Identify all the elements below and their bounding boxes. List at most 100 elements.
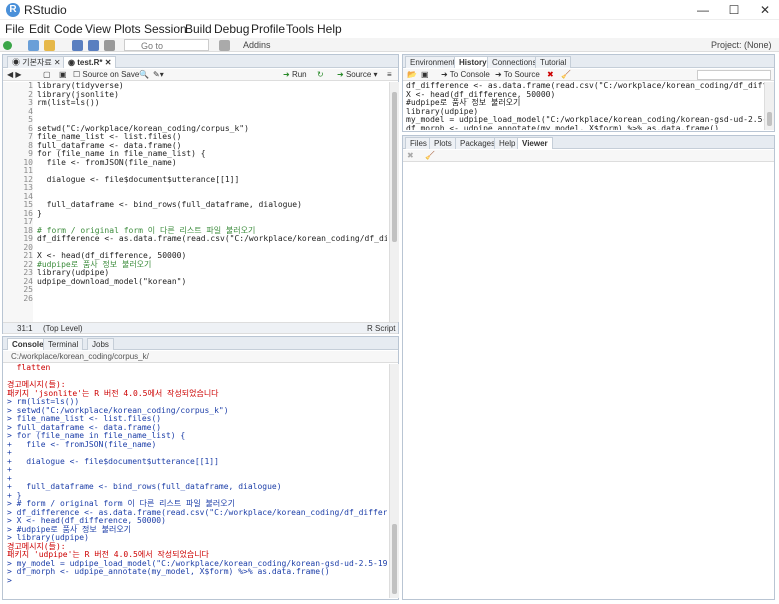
workspace-panes-icon[interactable] bbox=[219, 39, 230, 52]
menu-debug[interactable]: Debug bbox=[214, 22, 249, 36]
menu-profile[interactable]: Profile bbox=[251, 22, 285, 36]
tab-jobs[interactable]: Jobs bbox=[87, 338, 114, 350]
print-icon[interactable] bbox=[104, 39, 115, 52]
remove-viewer-icon[interactable]: ✖ bbox=[407, 150, 414, 162]
window-title: RStudio bbox=[24, 3, 67, 17]
history-entry: df_morph <- udpipe_annotate(my_model, X$… bbox=[406, 123, 720, 130]
menu-edit[interactable]: Edit bbox=[29, 22, 50, 36]
outline-icon[interactable]: ≡ bbox=[387, 69, 392, 81]
history-toolbar: 📂 ▣ ➜ To Console ➜ To Source ✖ 🧹 bbox=[403, 69, 774, 81]
to-source-button[interactable]: ➜ To Source bbox=[495, 69, 540, 81]
menu-session[interactable]: Session bbox=[144, 22, 187, 36]
file-type-selector[interactable]: R Script bbox=[367, 323, 395, 335]
menu-build[interactable]: Build bbox=[185, 22, 212, 36]
save-all-icon[interactable] bbox=[88, 39, 99, 52]
new-project-icon[interactable] bbox=[28, 39, 39, 52]
console-line: + dialogue <- file$document$utterance[[1… bbox=[7, 456, 219, 466]
code-editor[interactable]: library(tidyverse) library(jsonlite) rm(li… bbox=[37, 82, 387, 322]
close-button[interactable]: ✕ bbox=[757, 2, 773, 18]
history-list[interactable]: df_difference <- as.data.frame(read.csv(… bbox=[406, 82, 764, 130]
tab-viewer[interactable]: Viewer bbox=[517, 137, 553, 149]
search-icon[interactable]: 🔍 bbox=[139, 69, 149, 81]
files-pane: Files Plots Packages Help Viewer ✖ 🧹 bbox=[402, 135, 775, 600]
save-history-icon[interactable]: ▣ bbox=[421, 69, 429, 81]
tab-connections[interactable]: Connections bbox=[487, 56, 542, 68]
editor-status-bar: 31:1 (Top Level) R Script bbox=[3, 322, 398, 334]
editor-scrollbar[interactable] bbox=[389, 82, 399, 322]
addins-button[interactable]: Addins bbox=[243, 39, 271, 51]
to-console-button[interactable]: ➜ To Console bbox=[441, 69, 490, 81]
env-tab-bar: Environment History Connections Tutorial bbox=[403, 55, 774, 68]
console-scrollbar[interactable] bbox=[389, 364, 399, 598]
tab-environment[interactable]: Environment bbox=[405, 56, 460, 68]
console-line: flatten bbox=[7, 364, 51, 372]
cursor-position: 31:1 bbox=[17, 324, 33, 333]
console-output[interactable]: flatten 경고메시지(들): 패키지 'jsonlite'는 R 버전 4.… bbox=[7, 364, 387, 598]
clear-viewer-icon[interactable]: 🧹 bbox=[425, 150, 435, 162]
main-toolbar: Go to file/function Addins Project: (Non… bbox=[0, 38, 779, 63]
title-bar: R RStudio — ☐ ✕ bbox=[0, 0, 779, 20]
history-scrollbar[interactable] bbox=[764, 82, 774, 130]
source-label: Source bbox=[345, 70, 372, 79]
tab-tutorial[interactable]: Tutorial bbox=[535, 56, 572, 68]
code-line: file <- fromJSON(file_name) bbox=[37, 157, 177, 167]
open-file-icon[interactable] bbox=[44, 39, 55, 52]
source-on-save-checkbox[interactable]: ☐ Source on Save bbox=[73, 69, 139, 81]
save-icon[interactable] bbox=[72, 39, 83, 52]
code-line: rm(list=ls()) bbox=[37, 98, 100, 107]
line-number-gutter: 1 2 3 4 5 6 7 8 9 10 11 12 13 14 15 16 1… bbox=[3, 81, 33, 322]
menu-help[interactable]: Help bbox=[317, 22, 342, 36]
console-path: C:/workplace/korean_coding/corpus_k/ bbox=[3, 351, 398, 363]
files-tab-bar: Files Plots Packages Help Viewer bbox=[403, 136, 774, 149]
editor-toolbar: ◀ ▶ ▢ ▣ ☐ Source on Save 🔍 ✎▾ ➜ Run ↻ ➜ … bbox=[3, 69, 398, 81]
tab-editor-test-r[interactable]: ◉ test.R* ✕ bbox=[63, 56, 117, 68]
maximize-button[interactable]: ☐ bbox=[726, 2, 742, 18]
tab-label: 기본자료 bbox=[22, 58, 52, 67]
scroll-thumb[interactable] bbox=[767, 112, 772, 126]
tab-label: test.R* bbox=[77, 58, 103, 67]
console-line: > bbox=[7, 575, 12, 585]
minimize-button[interactable]: — bbox=[695, 2, 711, 18]
console-tab-bar: Console Terminal Jobs bbox=[3, 337, 398, 350]
clear-history-icon[interactable]: 🧹 bbox=[561, 69, 571, 81]
remove-entry-icon[interactable]: ✖ bbox=[547, 69, 554, 81]
save-file-icon[interactable]: ▣ bbox=[59, 69, 67, 81]
to-console-label: To Console bbox=[449, 70, 490, 79]
menu-tools[interactable]: Tools bbox=[286, 22, 314, 36]
scope-selector[interactable]: (Top Level) bbox=[43, 323, 83, 335]
rerun-icon[interactable]: ↻ bbox=[317, 69, 324, 81]
tab-plots[interactable]: Plots bbox=[429, 137, 457, 149]
tab-terminal[interactable]: Terminal bbox=[43, 338, 84, 350]
console-path-text: C:/workplace/korean_coding/corpus_k/ bbox=[11, 352, 149, 361]
editor-tab-bar: ◉ 기본자료 ✕ ◉ test.R* ✕ bbox=[3, 55, 398, 68]
back-icon[interactable]: ◀ ▶ bbox=[7, 69, 22, 81]
to-source-label: To Source bbox=[503, 70, 540, 79]
goto-file-input[interactable]: Go to file/function bbox=[124, 39, 209, 63]
console-line: + full_dataframe <- bind_rows(full_dataf… bbox=[7, 482, 282, 491]
source-button[interactable]: ➜ Source ▾ bbox=[337, 69, 378, 81]
tab-history[interactable]: History bbox=[454, 56, 492, 68]
tab-editor-file-1[interactable]: ◉ 기본자료 ✕ bbox=[7, 56, 66, 68]
console-line: + bbox=[7, 465, 12, 474]
project-menu[interactable]: Project: (None) bbox=[711, 39, 772, 51]
load-history-icon[interactable]: 📂 bbox=[407, 69, 417, 81]
scroll-thumb[interactable] bbox=[392, 524, 397, 594]
menu-plots[interactable]: Plots bbox=[114, 22, 141, 36]
menu-view[interactable]: View bbox=[85, 22, 111, 36]
console-line: + file <- fromJSON(file_name) bbox=[7, 439, 157, 449]
menu-file[interactable]: File bbox=[5, 22, 24, 36]
tab-files[interactable]: Files bbox=[405, 137, 432, 149]
scroll-thumb[interactable] bbox=[392, 92, 397, 242]
source-on-save-label: Source on Save bbox=[82, 70, 140, 79]
show-in-window-icon[interactable]: ▢ bbox=[43, 69, 51, 81]
code-line: } bbox=[37, 208, 42, 218]
run-button[interactable]: ➜ Run bbox=[283, 69, 307, 81]
code-line: full_dataframe <- bind_rows(full_datafra… bbox=[37, 200, 302, 209]
menu-code[interactable]: Code bbox=[54, 22, 83, 36]
new-file-icon[interactable] bbox=[3, 39, 12, 51]
code-tools-icon[interactable]: ✎▾ bbox=[153, 69, 164, 81]
history-search-input[interactable] bbox=[697, 70, 771, 80]
